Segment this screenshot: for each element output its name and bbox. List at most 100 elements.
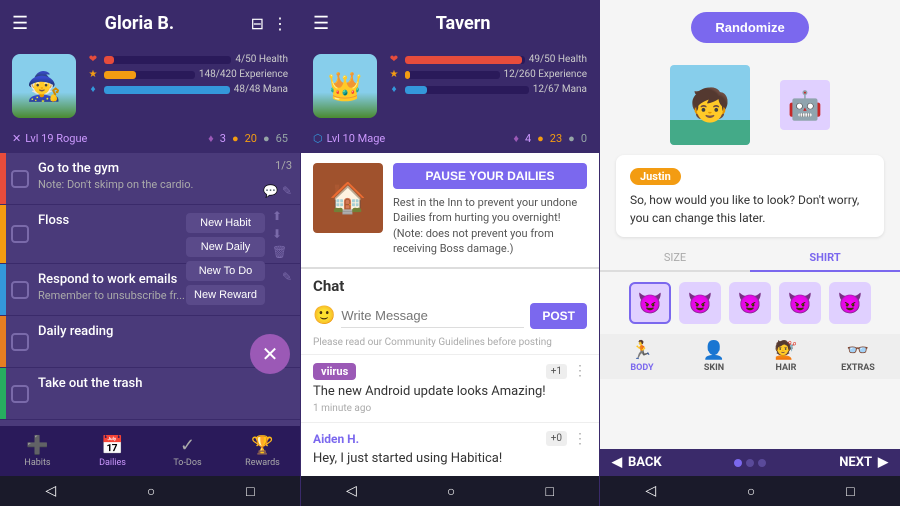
gem-icon-mid: ♦ — [513, 132, 519, 145]
new-reward-button[interactable]: New Reward — [186, 285, 265, 305]
todos-label: To-Dos — [173, 458, 201, 468]
menu-icon-left[interactable]: ☰ — [12, 13, 28, 34]
avatar-option-3[interactable]: 😈 — [729, 282, 771, 324]
avatar-mid: 👑 — [313, 54, 377, 118]
tab-shirt[interactable]: SHIRT — [750, 245, 900, 272]
task-right: ✎ — [274, 264, 300, 315]
down-icon[interactable]: ⬇ — [272, 227, 296, 241]
task-title: Daily reading — [38, 324, 280, 339]
recents-sys-left[interactable]: □ — [246, 483, 254, 500]
msg-text2: Hey, I just started using Habitica! — [313, 451, 587, 466]
back-sys-mid[interactable]: ◁ — [346, 483, 357, 499]
chat-input[interactable] — [341, 304, 524, 328]
exp-bar-bg — [104, 71, 195, 79]
exp-label-mid: 12/260 Experience — [504, 69, 588, 80]
msg-more-icon[interactable]: ⋮ — [573, 363, 587, 379]
gold-icon-left: ● — [232, 132, 239, 145]
inn-text: PAUSE YOUR DAILIES Rest in the Inn to pr… — [393, 163, 587, 257]
msg-plus2[interactable]: +0 — [546, 431, 567, 446]
nav-habits[interactable]: ➕ Habits — [0, 426, 75, 476]
exp-icon: ★ — [86, 69, 100, 80]
avatar-option-4[interactable]: 😈 — [779, 282, 821, 324]
task-check[interactable] — [6, 316, 34, 367]
up-icon[interactable]: ⬆ — [272, 209, 296, 223]
pencil-icon[interactable]: ✎ — [282, 270, 292, 284]
new-habit-button[interactable]: New Habit — [186, 213, 265, 233]
menu-icon-mid[interactable]: ☰ — [313, 13, 329, 34]
fab-button[interactable]: ✕ — [250, 334, 290, 374]
avatar-face-1: 😈 — [638, 291, 663, 315]
back-sys-right[interactable]: ◁ — [645, 483, 656, 499]
checkbox[interactable] — [11, 281, 29, 299]
rewards-label: Rewards — [245, 458, 280, 468]
pencil-icon[interactable]: ✎ — [282, 184, 292, 198]
more-icon[interactable]: ⋮ — [272, 14, 288, 33]
cat-body[interactable]: 🏃 BODY — [608, 340, 676, 373]
inn-image: 🏠 — [313, 163, 383, 233]
left-stats: 🧙 ❤ 4/50 Health ★ 148/420 Expe — [0, 46, 300, 128]
hair-icon: 💇 — [775, 340, 797, 361]
guidelines-text: Please read our Community Guidelines bef… — [301, 337, 599, 354]
exp-row-mid: ★ 12/260 Experience — [387, 69, 587, 80]
task-check[interactable] — [6, 205, 34, 263]
left-header: ☰ Gloria B. ⊟ ⋮ — [0, 0, 300, 46]
home-sys-left[interactable]: ○ — [147, 483, 155, 500]
pause-dailies-button[interactable]: PAUSE YOUR DAILIES — [393, 163, 587, 189]
exp-bar — [104, 71, 136, 79]
next-button[interactable]: NEXT ▶ — [839, 455, 888, 470]
exp-bar-bg-mid — [405, 71, 500, 79]
dot-1 — [734, 459, 742, 467]
delete-icon[interactable]: 🗑 — [272, 245, 296, 259]
silver-icon-mid: ● — [568, 132, 575, 145]
rogue-icon: ✕ — [12, 132, 21, 145]
recents-sys-right[interactable]: □ — [846, 483, 854, 500]
msg-header: viirus +1 ⋮ — [313, 363, 587, 380]
msg-plus[interactable]: +1 — [546, 364, 567, 379]
new-daily-button[interactable]: New Daily — [186, 237, 265, 257]
health-bar — [104, 56, 114, 64]
nav-dailies[interactable]: 📅 Dailies — [75, 426, 150, 476]
cat-hair[interactable]: 💇 HAIR — [752, 340, 820, 373]
stats-bars-mid: ❤ 49/50 Health ★ 12/260 Experience — [387, 54, 587, 118]
health-row-mid: ❤ 49/50 Health — [387, 54, 587, 65]
nav-rewards[interactable]: 🏆 Rewards — [225, 426, 300, 476]
post-button[interactable]: POST — [530, 303, 587, 329]
heart-icon-mid: ❤ — [387, 54, 401, 65]
task-action-icons: ⬆ ⬇ 🗑 — [268, 205, 300, 263]
home-sys-right[interactable]: ○ — [747, 483, 755, 500]
tab-size[interactable]: SIZE — [600, 245, 750, 272]
avatar-option-1[interactable]: 😈 — [629, 282, 671, 324]
left-panel: ☰ Gloria B. ⊟ ⋮ 🧙 ❤ 4/50 Health ★ — [0, 0, 300, 506]
checkbox[interactable] — [11, 333, 29, 351]
silver-count-left: 65 — [276, 132, 288, 145]
randomize-button[interactable]: Randomize — [691, 12, 808, 43]
task-check[interactable] — [6, 264, 34, 315]
checkbox[interactable] — [11, 225, 29, 243]
avatar-option-5[interactable]: 😈 — [829, 282, 871, 324]
filter-icon[interactable]: ⊟ — [251, 14, 264, 33]
chat-input-row: 🙂 POST — [301, 299, 599, 337]
recents-sys-mid[interactable]: □ — [545, 483, 553, 500]
nav-todos[interactable]: ✓ To-Dos — [150, 426, 225, 476]
new-todo-button[interactable]: New To Do — [186, 261, 265, 281]
avatar-option-2[interactable]: 😈 — [679, 282, 721, 324]
emoji-button[interactable]: 🙂 — [313, 305, 335, 326]
back-sys-left[interactable]: ◁ — [45, 483, 56, 499]
cat-skin[interactable]: 👤 SKIN — [680, 340, 748, 373]
speech-text: So, how would you like to look? Don't wo… — [630, 191, 870, 227]
back-label: BACK — [628, 455, 662, 470]
cat-extras[interactable]: 👓 EXTRAS — [824, 340, 892, 373]
task-right — [284, 368, 300, 419]
checkbox[interactable] — [11, 385, 29, 403]
task-check[interactable] — [6, 368, 34, 419]
home-sys-mid[interactable]: ○ — [447, 483, 455, 500]
gem-count-mid: 4 — [525, 132, 531, 145]
checkbox[interactable] — [11, 170, 29, 188]
avatar-face-3: 😈 — [738, 291, 763, 315]
task-check[interactable] — [6, 153, 34, 204]
back-button[interactable]: ◀ BACK — [612, 455, 662, 470]
category-bar: 🏃 BODY 👤 SKIN 💇 HAIR 👓 EXTRAS — [600, 334, 900, 379]
msg-more-icon2[interactable]: ⋮ — [573, 431, 587, 447]
inn-description: Rest in the Inn to prevent your undone D… — [393, 195, 587, 257]
chat-icon: 💬 — [263, 184, 278, 198]
